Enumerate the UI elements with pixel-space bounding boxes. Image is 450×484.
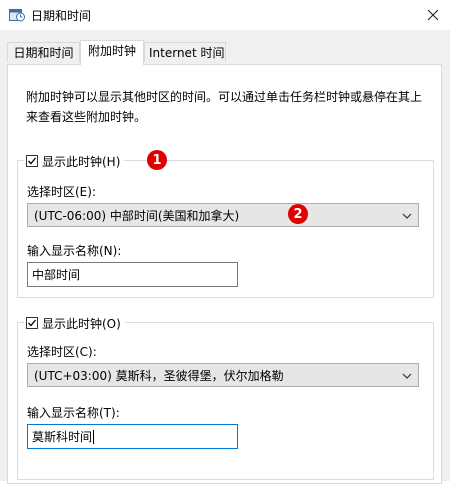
- clock2-name-label: 输入显示名称(T):: [27, 406, 120, 420]
- tab-additional-clocks[interactable]: 附加时钟: [80, 40, 144, 65]
- clock2-timezone-value: (UTC+03:00) 莫斯科，圣彼得堡，伏尔加格勒: [34, 368, 284, 383]
- clock1-show-toggle[interactable]: 显示此时钟(H): [24, 152, 125, 170]
- chevron-down-icon: [402, 210, 412, 220]
- clock1-group: 显示此时钟(H) 选择时区(E): (UTC-06:00) 中部时间(美国和加拿…: [17, 152, 434, 298]
- clock2-name-value: 莫斯科时间: [32, 430, 93, 444]
- clock-calendar-icon: [9, 8, 25, 22]
- window-title: 日期和时间: [31, 9, 92, 23]
- tab-internet-time[interactable]: Internet 时间: [144, 42, 226, 62]
- clock1-show-label: 显示此时钟(H): [42, 154, 121, 169]
- clock2-timezone-label: 选择时区(C):: [27, 345, 97, 359]
- chevron-down-icon: [402, 370, 412, 380]
- annotation-badge-1: 1: [147, 150, 167, 170]
- clock1-name-value: 中部时间: [32, 268, 81, 282]
- tab-date-time[interactable]: 日期和时间: [7, 42, 80, 62]
- clock2-show-label: 显示此时钟(O): [42, 316, 121, 331]
- clock2-show-toggle[interactable]: 显示此时钟(O): [24, 314, 125, 332]
- clock1-timezone-value: (UTC-06:00) 中部时间(美国和加拿大): [34, 208, 240, 223]
- clock2-checkbox[interactable]: [26, 317, 38, 329]
- close-button[interactable]: [420, 2, 446, 28]
- clock1-timezone-label: 选择时区(E):: [27, 185, 96, 199]
- annotation-badge-2: 2: [288, 204, 308, 224]
- description-text: 附加时钟可以显示其他时区的时间。可以通过单击任务栏时钟或悬停在其上来查看这些附加…: [26, 90, 423, 124]
- clock2-group: 显示此时钟(O) 选择时区(C): (UTC+03:00) 莫斯科，圣彼得堡，伏…: [17, 314, 434, 480]
- clock2-timezone-select[interactable]: (UTC+03:00) 莫斯科，圣彼得堡，伏尔加格勒: [27, 363, 419, 387]
- title-bar: 日期和时间: [0, 0, 450, 30]
- text-caret: [93, 429, 95, 444]
- clock2-name-input[interactable]: 莫斯科时间: [27, 424, 238, 449]
- clock1-name-label: 输入显示名称(N):: [27, 244, 122, 258]
- clock1-checkbox[interactable]: [26, 155, 38, 167]
- tab-panel-additional-clocks: 附加时钟可以显示其他时区的时间。可以通过单击任务栏时钟或悬停在其上来查看这些附加…: [7, 64, 442, 484]
- clock1-timezone-select[interactable]: (UTC-06:00) 中部时间(美国和加拿大): [27, 203, 419, 227]
- dialog-body: 日期和时间 附加时钟 Internet 时间 附加时钟可以显示其他时区的时间。可…: [0, 30, 450, 484]
- close-icon: [427, 6, 439, 25]
- clock1-name-input[interactable]: 中部时间: [27, 262, 238, 287]
